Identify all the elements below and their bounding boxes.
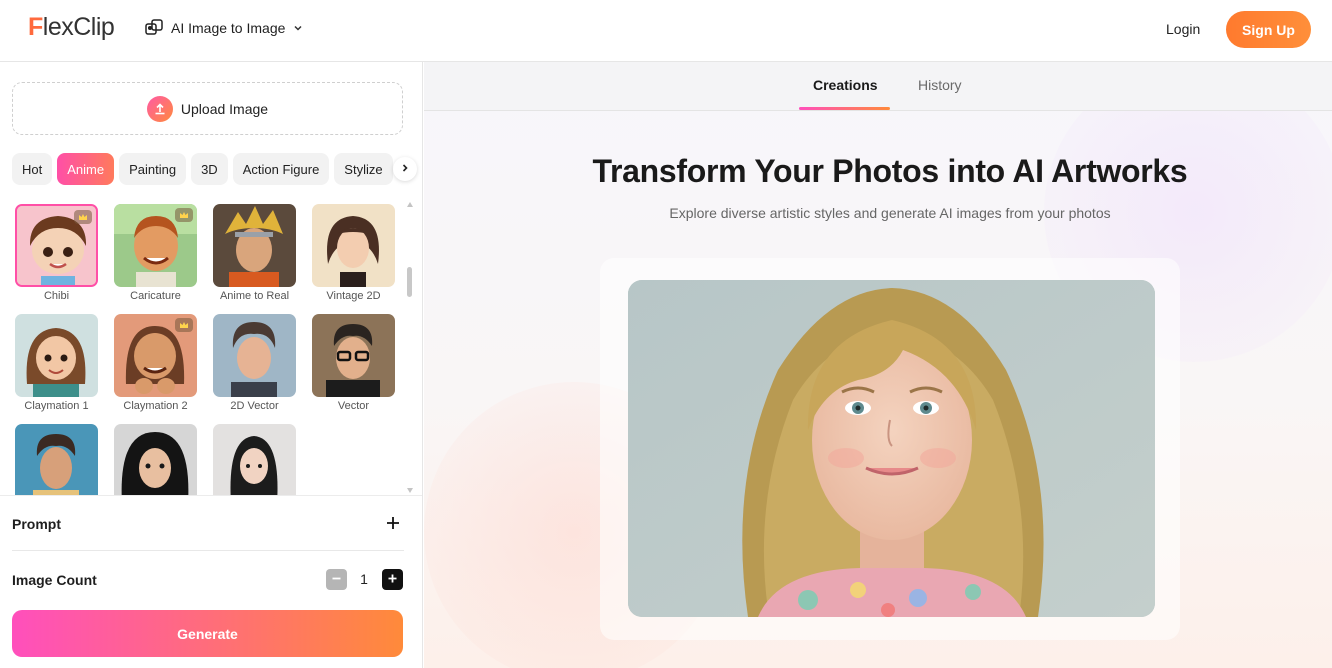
logo-initial: F: [28, 13, 43, 41]
style-card-anime-to-real[interactable]: Anime to Real: [213, 204, 300, 302]
scroll-down-arrow[interactable]: [407, 488, 413, 493]
scroll-up-arrow[interactable]: [407, 202, 413, 207]
style-label: Anime to Real: [219, 290, 290, 302]
style-label: Vintage 2D: [326, 290, 381, 302]
tab-hot[interactable]: Hot: [12, 153, 53, 185]
style-card-chibi[interactable]: Chibi: [15, 204, 102, 302]
style-card-row3-3[interactable]: [213, 424, 300, 495]
style-card-claymation-2[interactable]: Claymation 2: [114, 314, 201, 412]
tab-painting[interactable]: Painting: [119, 153, 187, 185]
result-tabs: Creations History: [424, 62, 1332, 111]
style-thumbnail: [15, 424, 98, 495]
increase-count-button[interactable]: [382, 569, 403, 590]
add-prompt-button[interactable]: [384, 514, 402, 532]
style-card-claymation-1[interactable]: Claymation 1: [15, 314, 102, 412]
style-card-2d-vector[interactable]: 2D Vector: [213, 314, 300, 412]
upload-icon: [146, 95, 173, 122]
preview-panel: Creations History Transform Your Photos …: [424, 62, 1332, 668]
style-thumbnail: [312, 314, 395, 397]
style-label: Chibi: [43, 290, 70, 302]
style-label: Caricature: [130, 290, 181, 302]
style-card-row3-1[interactable]: [15, 424, 102, 495]
tab-3d[interactable]: 3D: [191, 153, 228, 185]
chevron-right-icon: [400, 160, 410, 178]
tab-anime[interactable]: Anime: [57, 153, 115, 185]
prompt-label: Prompt: [12, 516, 61, 532]
logo-text: lexClip: [42, 13, 115, 41]
login-link[interactable]: Login: [1166, 21, 1200, 37]
image-count-value: 1: [360, 571, 368, 587]
style-card-vector[interactable]: Vector: [312, 314, 399, 412]
style-thumbnail: [312, 204, 395, 287]
signup-button[interactable]: Sign Up: [1226, 11, 1311, 48]
premium-crown-icon: [74, 210, 92, 224]
tab-creations[interactable]: Creations: [813, 77, 878, 93]
style-label: Vector: [337, 400, 370, 412]
upload-label: Upload Image: [180, 100, 269, 117]
page-title: Transform Your Photos into AI Artworks: [592, 153, 1188, 189]
page-subtitle: Explore diverse artistic styles and gene…: [669, 205, 1111, 221]
decrease-count-button[interactable]: [326, 569, 347, 590]
tabs-next-button[interactable]: [393, 157, 417, 181]
tab-action-figure[interactable]: Action Figure: [232, 153, 330, 185]
plus-icon: [384, 517, 402, 536]
style-grid: Chibi Caricature Anime to Real Vintage 2…: [12, 202, 402, 495]
style-grid-scrollbar[interactable]: [407, 267, 412, 297]
sample-artwork-image: [628, 280, 1155, 617]
tool-selector-dropdown[interactable]: AI Image to Image: [144, 18, 304, 38]
style-thumbnail: [213, 314, 296, 397]
style-thumbnail: [213, 204, 296, 287]
generation-options: Prompt Image Count 1 Generate: [0, 495, 422, 668]
image-to-image-icon: [144, 18, 164, 38]
style-thumbnail: [114, 424, 197, 495]
image-count-label: Image Count: [12, 572, 97, 588]
style-thumbnail: [114, 314, 197, 397]
divider: [12, 550, 404, 551]
generate-button[interactable]: Generate: [12, 610, 403, 657]
top-header: FlexClip AI Image to Image Login Sign Up: [0, 0, 1332, 62]
style-card-vintage-2d[interactable]: Vintage 2D: [312, 204, 399, 302]
settings-panel: Upload Image Hot Anime Painting 3D Actio…: [0, 62, 423, 668]
tool-selector-label: AI Image to Image: [171, 20, 286, 36]
chevron-down-icon: [292, 22, 304, 34]
style-label: Claymation 2: [123, 400, 188, 412]
premium-crown-icon: [175, 318, 193, 332]
flexclip-logo[interactable]: FlexClip: [28, 13, 115, 42]
minus-icon: [331, 571, 342, 589]
style-category-tabs: Hot Anime Painting 3D Action Figure Styl…: [12, 153, 393, 185]
style-card-row3-2[interactable]: [114, 424, 201, 495]
tab-history[interactable]: History: [918, 77, 962, 93]
tab-stylize[interactable]: Stylize: [334, 153, 393, 185]
style-label: 2D Vector: [230, 400, 279, 412]
premium-crown-icon: [175, 208, 193, 222]
style-thumbnail: [15, 204, 98, 287]
style-thumbnail: [213, 424, 296, 495]
active-tab-indicator: [799, 107, 890, 110]
plus-icon: [387, 571, 398, 589]
style-thumbnail: [114, 204, 197, 287]
upload-image-button[interactable]: Upload Image: [12, 82, 403, 135]
style-label: Claymation 1: [24, 400, 89, 412]
style-card-caricature[interactable]: Caricature: [114, 204, 201, 302]
style-thumbnail: [15, 314, 98, 397]
